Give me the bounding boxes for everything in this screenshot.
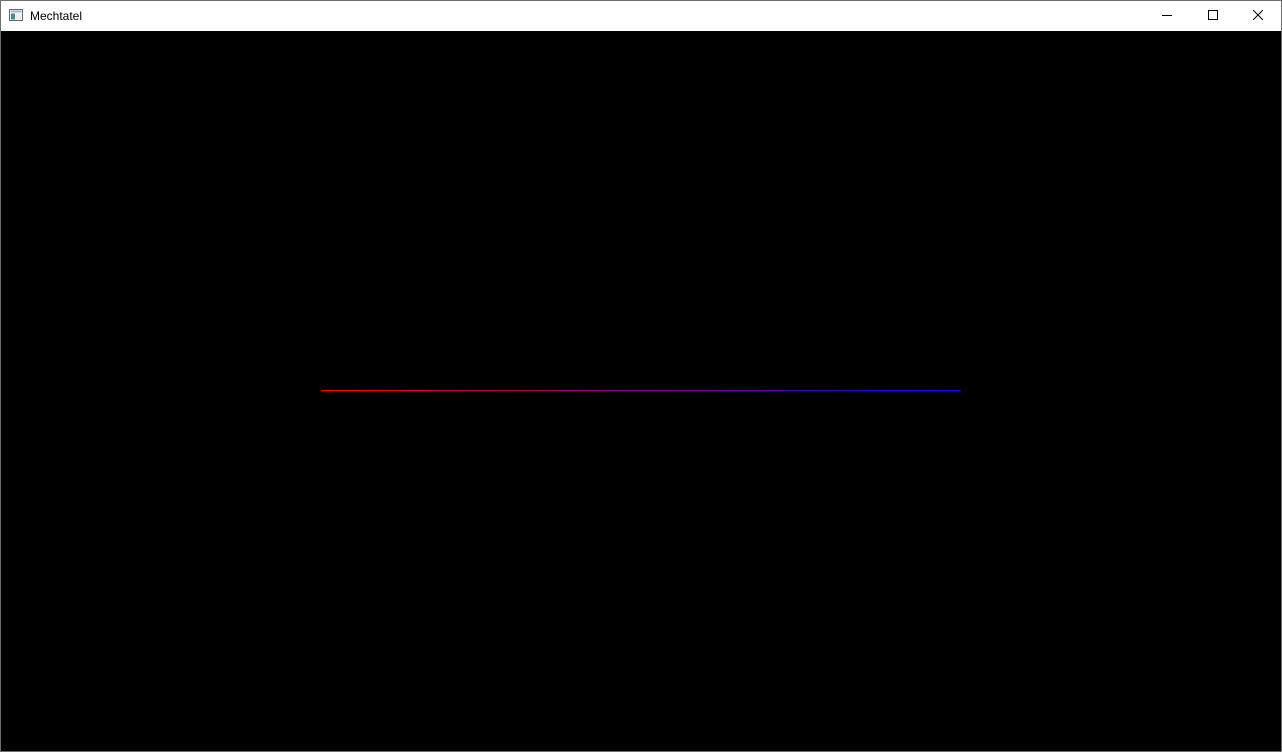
maximize-button[interactable]: [1190, 1, 1236, 31]
window-title: Mechtatel: [30, 9, 83, 23]
maximize-icon: [1208, 9, 1218, 23]
title-bar[interactable]: Mechtatel: [1, 1, 1281, 31]
scene-svg: [321, 390, 961, 392]
app-window: Mechtatel: [0, 0, 1282, 752]
close-icon: [1252, 9, 1264, 23]
app-window-icon: [9, 9, 23, 21]
close-button[interactable]: [1235, 1, 1281, 31]
minimize-icon: [1162, 9, 1172, 23]
render-canvas[interactable]: [1, 31, 1281, 751]
minimize-button[interactable]: [1144, 1, 1190, 31]
gradient-line: [321, 390, 961, 392]
